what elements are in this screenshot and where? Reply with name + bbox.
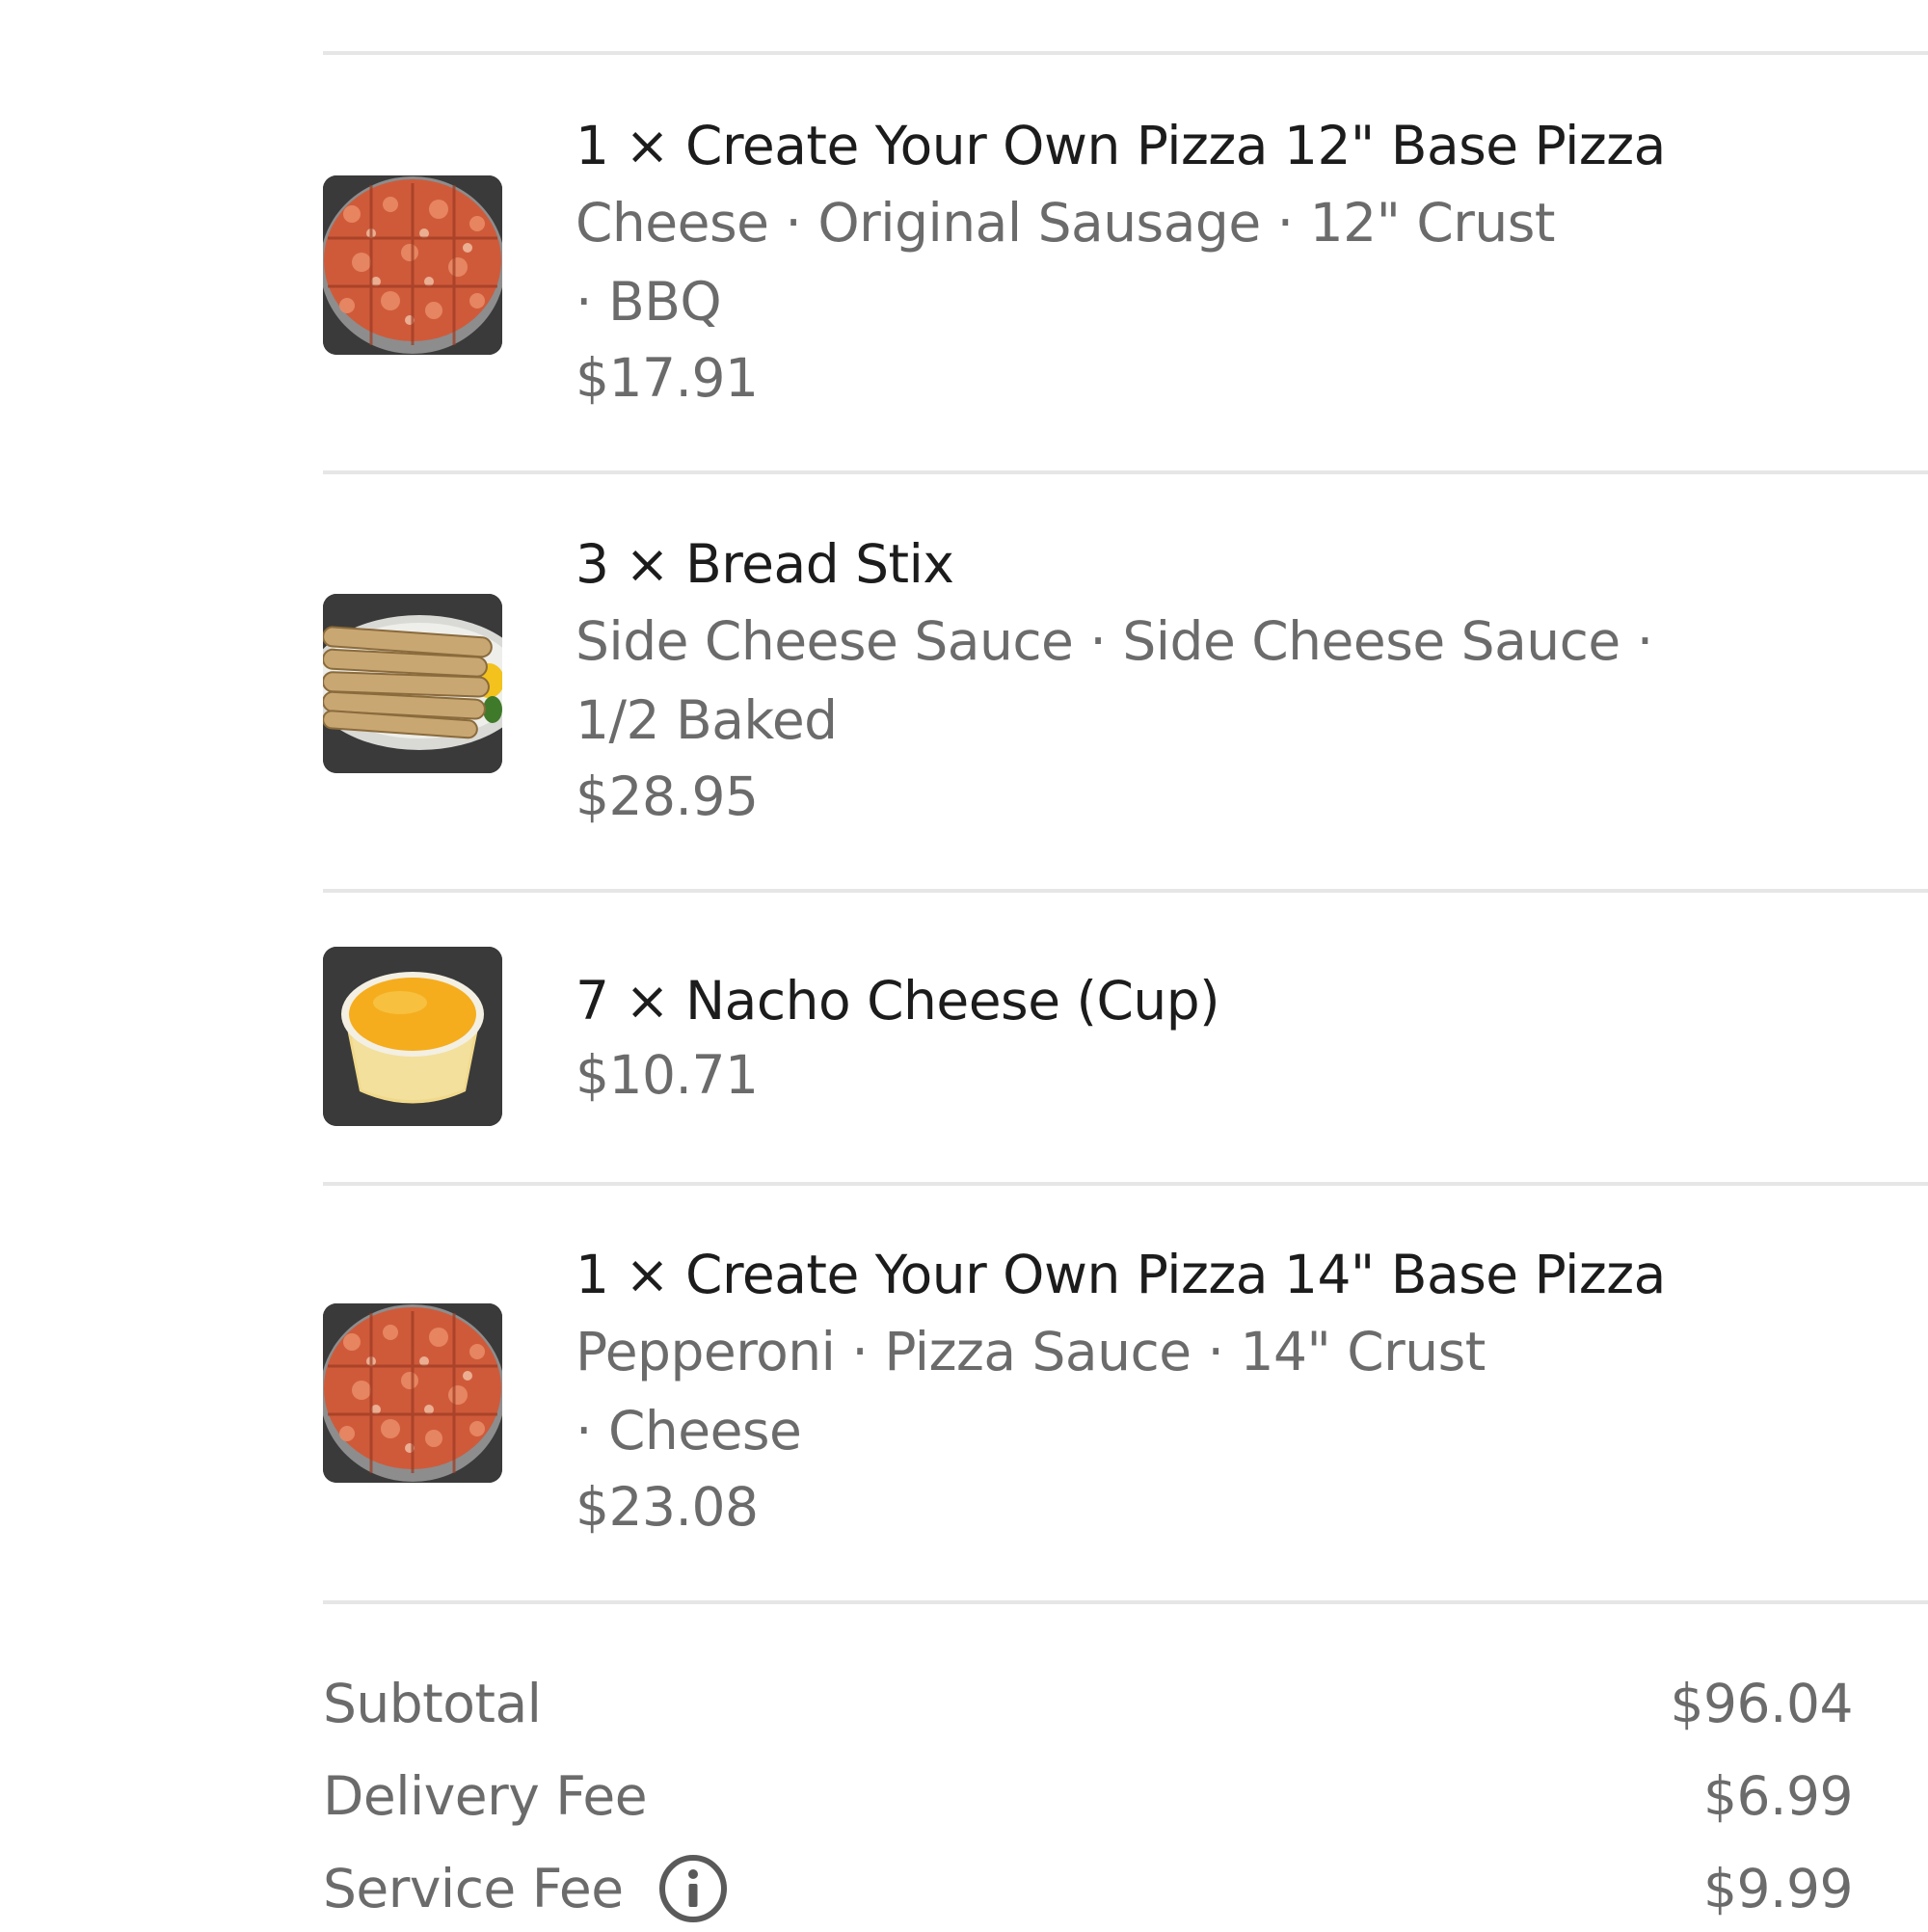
item-title: 1 × Create Your Own Pizza 12" Base Pizza	[576, 115, 1666, 176]
delivery-fee-label: Delivery Fee	[323, 1765, 648, 1827]
item-options: Cheese · Original Sausage · 12" Crust	[576, 192, 1555, 254]
delivery-fee-row: Delivery Fee $6.99	[323, 1753, 1853, 1839]
item-options: Side Cheese Sauce · Side Cheese Sauce ·	[576, 610, 1653, 672]
divider	[323, 470, 1928, 474]
service-fee-row: Service Fee $9.99	[323, 1845, 1853, 1932]
item-options: · Cheese	[576, 1400, 802, 1462]
item-options: 1/2 Baked	[576, 689, 838, 751]
service-fee-label: Service Fee	[323, 1858, 624, 1919]
pizza-image	[323, 1303, 502, 1483]
item-title: 1 × Create Your Own Pizza 14" Base Pizza	[576, 1244, 1666, 1305]
breadsticks-image	[323, 594, 502, 773]
item-price: $28.95	[576, 765, 759, 827]
delivery-fee-value: $6.99	[1703, 1765, 1853, 1827]
item-price: $23.08	[576, 1476, 759, 1538]
subtotal-row: Subtotal $96.04	[323, 1660, 1854, 1747]
service-fee-label-group: Service Fee	[323, 1845, 728, 1932]
pizza-image	[323, 175, 502, 355]
subtotal-label: Subtotal	[323, 1673, 542, 1734]
subtotal-value: $96.04	[1670, 1673, 1854, 1734]
service-fee-value: $9.99	[1703, 1858, 1853, 1919]
item-title: 7 × Nacho Cheese (Cup)	[576, 970, 1220, 1032]
divider	[323, 889, 1928, 893]
item-price: $10.71	[576, 1044, 759, 1106]
item-price: $17.91	[576, 347, 759, 409]
nacho-cheese-cup-image	[323, 947, 502, 1126]
item-options: · BBQ	[576, 271, 722, 333]
divider	[323, 1600, 1928, 1604]
info-icon[interactable]	[658, 1854, 728, 1923]
item-options: Pepperoni · Pizza Sauce · 14" Crust	[576, 1321, 1486, 1382]
divider	[323, 51, 1928, 55]
divider	[323, 1182, 1928, 1186]
item-title: 3 × Bread Stix	[576, 533, 954, 595]
